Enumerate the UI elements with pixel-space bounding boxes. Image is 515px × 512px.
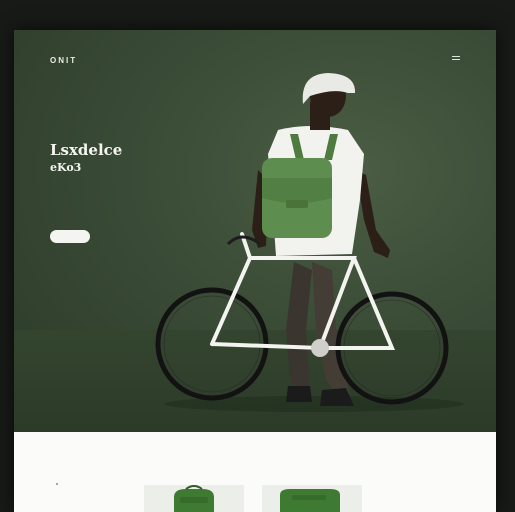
website-frame: ONIT Lsxdelce eKo3 (14, 30, 496, 512)
backpack-product-image (174, 485, 214, 512)
menu-icon[interactable] (452, 56, 460, 62)
brand-logo[interactable]: ONIT (50, 56, 77, 65)
hero-title-line-2: eKo3 (50, 160, 82, 174)
menu-icon-bar (452, 56, 460, 57)
hero-cta-button[interactable] (50, 230, 90, 243)
hero-headline: Lsxdelce eKo3 (50, 142, 122, 174)
bullet-dot (56, 483, 58, 485)
product-card-1[interactable] (144, 485, 244, 512)
hero-title-line-1: Lsxdelce (50, 141, 123, 159)
backpack-product-image (280, 489, 340, 512)
product-card-2[interactable] (262, 485, 362, 512)
hero-section: ONIT Lsxdelce eKo3 (14, 30, 496, 432)
product-section (14, 432, 496, 512)
menu-icon-bar (452, 59, 460, 60)
